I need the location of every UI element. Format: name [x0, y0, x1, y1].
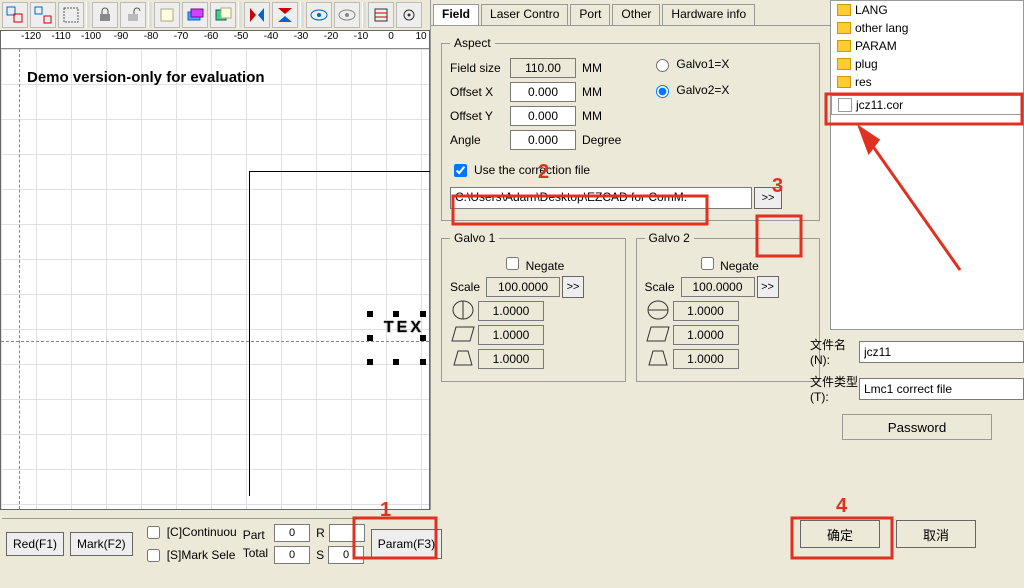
g2-negate[interactable]: Negate [697, 254, 759, 273]
filetype-input[interactable] [859, 378, 1024, 400]
password-button[interactable]: Password [842, 414, 992, 440]
param-button[interactable]: Param(F3) [371, 529, 442, 559]
tool-ungroup-icon[interactable] [30, 2, 56, 28]
tool-fliph-icon[interactable] [244, 2, 270, 28]
g1-p2[interactable] [478, 325, 544, 345]
part-count[interactable] [274, 524, 310, 542]
g1-p3[interactable] [478, 349, 544, 369]
offset-x-input[interactable] [510, 82, 576, 102]
annotation-4: 4 [836, 495, 848, 517]
tool-dot-icon[interactable] [396, 2, 422, 28]
folder-item[interactable]: PARAM [831, 37, 1023, 55]
folder-item[interactable]: other lang [831, 19, 1023, 37]
red-button[interactable]: Red(F1) [6, 532, 64, 556]
tool-eye2-icon[interactable] [334, 2, 360, 28]
g2-scale-btn[interactable]: >> [757, 276, 779, 298]
tool-eye-icon[interactable] [306, 2, 332, 28]
mark-select-checkbox[interactable]: [S]Mark Sele [143, 546, 237, 565]
s-val[interactable] [328, 546, 364, 564]
g1-scale[interactable] [486, 277, 560, 297]
file-item[interactable]: jcz11.cor [831, 95, 1023, 115]
text-object[interactable]: TEX [384, 319, 424, 337]
tool-select-icon[interactable] [58, 2, 84, 28]
offset-y-input[interactable] [510, 106, 576, 126]
g1-p1[interactable] [478, 301, 544, 321]
tool-unlock-icon[interactable] [120, 2, 146, 28]
g1-scale-btn[interactable]: >> [562, 276, 584, 298]
trap-icon [450, 347, 478, 371]
cancel-button[interactable]: 取消 [896, 520, 976, 548]
trap-icon [645, 347, 673, 371]
main-toolbar [2, 0, 422, 30]
ruler-horizontal: -120 -110 -100 -90 -80 -70 -60 -50 -40 -… [1, 31, 429, 49]
g2-p1[interactable] [673, 301, 739, 321]
config-dialog: Field Laser Contro Port Other Hardware i… [430, 0, 830, 510]
use-correction-checkbox[interactable]: Use the correction file [450, 161, 590, 180]
tool-flipv-icon[interactable] [272, 2, 298, 28]
r-val[interactable] [329, 524, 365, 542]
g2-p3[interactable] [673, 349, 739, 369]
correction-path-field[interactable]: C:\Users\Adam\Desktop\EZCAD for ComM: [450, 187, 752, 209]
tool-hatch-icon[interactable] [368, 2, 394, 28]
galvo2-group: Galvo 2 Negate Scale>> [636, 231, 821, 382]
total-count[interactable] [274, 546, 310, 564]
file-list[interactable]: LANG other lang PARAM plug res jcz11.cor [830, 0, 1024, 330]
browse-button[interactable]: >> [754, 187, 782, 209]
tool-group-icon[interactable] [2, 2, 28, 28]
galvo1x-radio[interactable]: Galvo1=X [651, 56, 729, 72]
tab-port[interactable]: Port [570, 4, 610, 25]
barrel-icon [450, 299, 478, 323]
folder-item[interactable]: res [831, 73, 1023, 91]
tab-field[interactable]: Field [433, 4, 479, 25]
mark-button[interactable]: Mark(F2) [70, 532, 133, 556]
g2-scale[interactable] [681, 277, 755, 297]
para-icon [450, 323, 478, 347]
barrel-icon [645, 299, 673, 323]
angle-input[interactable] [510, 130, 576, 150]
tool-script-icon[interactable] [154, 2, 180, 28]
file-fields: 文件名(N): 文件类型(T): Password [810, 330, 1024, 450]
continuous-checkbox[interactable]: [C]Continuou [143, 523, 237, 542]
bottom-bar: Red(F1) Mark(F2) [C]Continuou [S]Mark Se… [2, 518, 432, 568]
demo-watermark: Demo version-only for evaluation [27, 69, 265, 86]
tool-layers2-icon[interactable] [210, 2, 236, 28]
tool-lock-icon[interactable] [92, 2, 118, 28]
tab-other[interactable]: Other [612, 4, 660, 25]
field-size-input[interactable] [510, 58, 576, 78]
galvo2x-radio[interactable]: Galvo2=X [651, 82, 729, 98]
config-tabs: Field Laser Contro Port Other Hardware i… [431, 4, 830, 26]
g2-p2[interactable] [673, 325, 739, 345]
tool-layers-icon[interactable] [182, 2, 208, 28]
para-icon [645, 323, 673, 347]
drawing-canvas[interactable]: -120 -110 -100 -90 -80 -70 -60 -50 -40 -… [0, 30, 430, 510]
aspect-group: Aspect Field size MM Offset X MM Offset … [441, 36, 820, 221]
folder-item[interactable]: plug [831, 55, 1023, 73]
filename-input[interactable] [859, 341, 1024, 363]
g1-negate[interactable]: Negate [502, 254, 564, 273]
tab-laser[interactable]: Laser Contro [481, 4, 568, 25]
galvo1-group: Galvo 1 Negate Scale>> [441, 231, 626, 382]
tab-hardware[interactable]: Hardware info [662, 4, 755, 25]
folder-item[interactable]: LANG [831, 1, 1023, 19]
ok-button[interactable]: 确定 [800, 520, 880, 548]
